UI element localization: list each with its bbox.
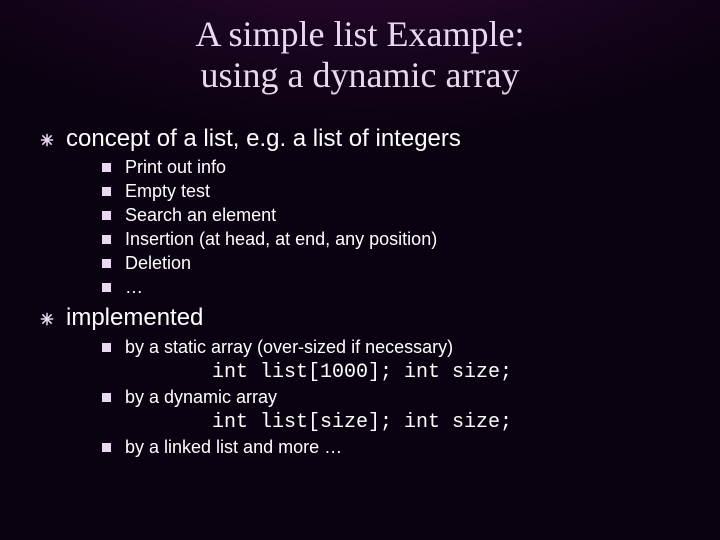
section1-list: Print out info Empty test Search an elem… <box>102 157 720 298</box>
title-line-2: using a dynamic array <box>201 55 520 95</box>
item-text: by a dynamic array <box>125 387 277 408</box>
list-item: Insertion (at head, at end, any position… <box>102 229 720 250</box>
square-icon <box>102 163 111 172</box>
item-text: … <box>125 277 143 298</box>
section2-heading: implemented <box>66 304 203 332</box>
list-item: Search an element <box>102 205 720 226</box>
list-item: Deletion <box>102 253 720 274</box>
title-line-1: A simple list Example: <box>196 14 525 54</box>
square-icon <box>102 259 111 268</box>
list-item: Print out info <box>102 157 720 178</box>
bullet-concept: concept of a list, e.g. a list of intege… <box>40 125 720 153</box>
bullet-implemented: implemented <box>40 304 720 332</box>
square-icon <box>102 283 111 292</box>
item-text: by a linked list and more … <box>125 437 342 458</box>
list-item: … <box>102 277 720 298</box>
item-text: by a static array (over-sized if necessa… <box>125 337 453 358</box>
list-item: by a dynamic array <box>102 387 720 408</box>
square-icon <box>102 187 111 196</box>
square-icon <box>102 443 111 452</box>
section1-heading: concept of a list, e.g. a list of intege… <box>66 125 461 153</box>
slide-title: A simple list Example: using a dynamic a… <box>0 0 720 119</box>
item-text: Deletion <box>125 253 191 274</box>
slide-content: concept of a list, e.g. a list of intege… <box>0 125 720 458</box>
square-icon <box>102 343 111 352</box>
asterisk-icon <box>40 125 66 153</box>
square-icon <box>102 211 111 220</box>
item-text: Insertion (at head, at end, any position… <box>125 229 437 250</box>
list-item: by a linked list and more … <box>102 437 720 458</box>
item-text: Print out info <box>125 157 226 178</box>
item-text: Empty test <box>125 181 210 202</box>
code-line: int list[1000]; int size; <box>212 361 720 384</box>
list-item: Empty test <box>102 181 720 202</box>
square-icon <box>102 235 111 244</box>
square-icon <box>102 393 111 402</box>
code-line: int list[size]; int size; <box>212 411 720 434</box>
list-item: by a static array (over-sized if necessa… <box>102 337 720 358</box>
section2-list: by a static array (over-sized if necessa… <box>102 337 720 458</box>
slide: A simple list Example: using a dynamic a… <box>0 0 720 540</box>
asterisk-icon <box>40 304 66 332</box>
item-text: Search an element <box>125 205 276 226</box>
